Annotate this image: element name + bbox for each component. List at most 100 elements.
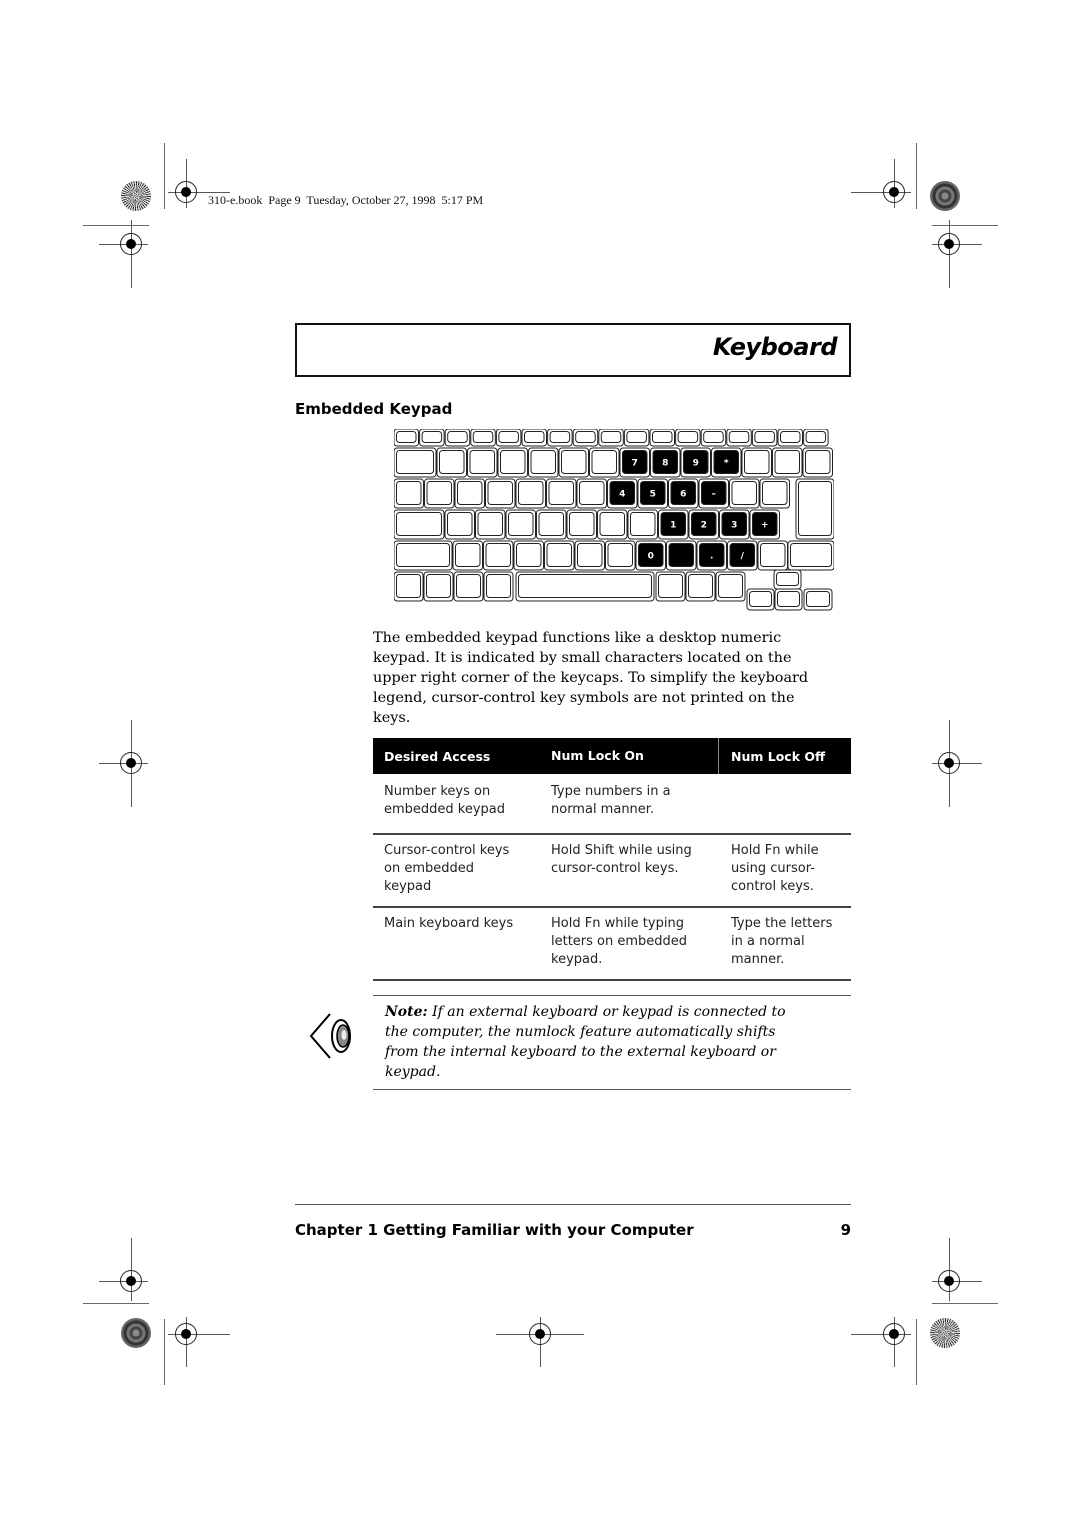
key xyxy=(483,571,514,602)
key xyxy=(419,429,445,447)
column-header-desired-access: Desired Access xyxy=(384,748,491,764)
note-top-rule xyxy=(373,995,851,996)
key xyxy=(675,429,701,447)
trim-line xyxy=(83,1303,149,1304)
keypad-key-label: 8 xyxy=(662,459,668,469)
trim-line xyxy=(164,1319,165,1385)
key xyxy=(574,540,605,571)
page-number: 9 xyxy=(840,1221,851,1239)
cell-num-lock-off: Type the letters in a normal manner. xyxy=(719,915,851,969)
key xyxy=(741,447,772,478)
keypad-key-label: + xyxy=(761,521,769,531)
key xyxy=(597,509,628,540)
trim-line xyxy=(932,1303,998,1304)
keypad-key: 7 xyxy=(619,447,650,478)
keyboard-illustration: 7 8 9 * 4 5 6 – 1 2 3 +0. / xyxy=(394,429,834,611)
key xyxy=(746,588,775,611)
key xyxy=(495,429,522,447)
table-row: Cursor-control keys on embedded keypad H… xyxy=(373,835,851,908)
keypad-key: 2 xyxy=(688,509,719,540)
cell-num-lock-off xyxy=(719,783,851,819)
cell-text: control keys. xyxy=(731,879,814,894)
key xyxy=(802,447,833,478)
keypad-key: + xyxy=(749,509,780,540)
note-line: If an external keyboard or keypad is con… xyxy=(427,1004,786,1020)
key xyxy=(558,447,589,478)
cell-num-lock-on: Hold Shift while using cursor-control ke… xyxy=(539,842,719,896)
key xyxy=(485,478,516,509)
footer-rule xyxy=(295,1204,851,1205)
keypad-key: 4 xyxy=(607,478,638,509)
body-line: keys. xyxy=(373,710,411,726)
cell-text: manner. xyxy=(731,952,785,967)
keypad-key-label: – xyxy=(712,490,717,500)
key xyxy=(470,429,496,447)
key xyxy=(572,429,599,447)
body-line: keypad. It is indicated by small charact… xyxy=(373,650,792,666)
keypad-key: . xyxy=(696,540,727,571)
cell-text: Type the letters xyxy=(731,916,833,931)
key xyxy=(751,429,778,447)
cell-num-lock-on: Hold Fn while typing letters on embedded… xyxy=(539,915,719,969)
key xyxy=(394,429,419,447)
keypad-key: 1 xyxy=(658,509,689,540)
keypad-key-label: 6 xyxy=(680,490,686,500)
key xyxy=(394,447,437,478)
key xyxy=(515,571,655,602)
keyboard-svg: 7 8 9 * 4 5 6 – 1 2 3 +0. / xyxy=(394,429,834,611)
key xyxy=(715,571,746,602)
key xyxy=(566,509,597,540)
key xyxy=(475,509,506,540)
cell-desired-access: Cursor-control keys on embedded keypad xyxy=(373,842,539,896)
keypad-key-label: 9 xyxy=(693,459,699,469)
body-line: legend, cursor-control key symbols are n… xyxy=(373,690,795,706)
key xyxy=(757,540,788,571)
cell-text: embedded keypad xyxy=(384,802,506,817)
keypad-key: 9 xyxy=(680,447,711,478)
key xyxy=(436,447,467,478)
keypad-key: / xyxy=(727,540,758,571)
num-lock-table: Desired Access Num Lock On Num Lock Off … xyxy=(373,738,851,981)
key xyxy=(589,447,620,478)
section-title: Keyboard xyxy=(712,333,838,361)
key xyxy=(444,509,475,540)
key xyxy=(598,429,624,447)
note-bottom-rule xyxy=(373,1089,851,1090)
cell-text: keypad. xyxy=(551,952,603,967)
note-label: Note: xyxy=(385,1004,428,1020)
note-line: keypad. xyxy=(385,1064,441,1080)
key xyxy=(467,447,498,478)
keypad-key-label: 7 xyxy=(632,459,638,469)
key xyxy=(803,588,833,611)
note-line: the computer, the numlock feature automa… xyxy=(385,1024,776,1040)
key xyxy=(623,429,650,447)
key xyxy=(803,429,829,447)
key xyxy=(729,478,760,509)
keypad-key-label: 2 xyxy=(701,521,707,531)
trim-line xyxy=(916,1319,917,1385)
column-header-num-lock-on: Num Lock On xyxy=(539,738,719,774)
key xyxy=(772,447,803,478)
keypad-key: 0 xyxy=(635,540,666,571)
starburst-mark-bottom-right xyxy=(930,1318,960,1348)
key xyxy=(795,478,834,540)
keypad-key-label: * xyxy=(724,459,729,469)
keypad-key-label: 0 xyxy=(648,552,654,562)
key xyxy=(515,478,546,509)
cell-num-lock-off: Hold Fn while using cursor- control keys… xyxy=(719,842,851,896)
key xyxy=(483,540,514,571)
note-text: Note: If an external keyboard or keypad … xyxy=(385,1002,855,1082)
cell-text: Hold Fn while typing xyxy=(551,916,684,931)
eye-icon xyxy=(308,1010,358,1062)
keypad-key: 8 xyxy=(650,447,681,478)
print-header-text: 310-e.book Page 9 Tuesday, October 27, 1… xyxy=(208,193,484,207)
key xyxy=(528,447,559,478)
key xyxy=(700,429,727,447)
trim-line xyxy=(932,225,998,226)
key xyxy=(627,509,658,540)
key xyxy=(423,571,454,602)
key xyxy=(685,571,716,602)
key xyxy=(777,429,803,447)
key xyxy=(787,540,834,571)
cell-text: Hold Shift while using xyxy=(551,843,692,858)
